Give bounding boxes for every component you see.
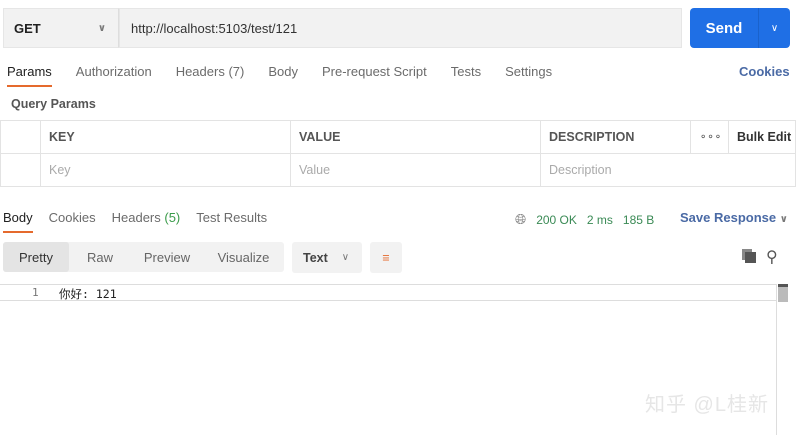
tab-response-cookies[interactable]: Cookies: [49, 210, 96, 233]
tab-label: Headers: [111, 210, 161, 225]
scrollbar-thumb[interactable]: [778, 284, 788, 302]
checkbox-col: [0, 120, 41, 154]
search-icon[interactable]: ⚲: [766, 247, 778, 267]
table-row: Key Value Description: [0, 153, 796, 187]
query-params-title: Query Params: [11, 97, 96, 111]
tab-settings[interactable]: Settings: [505, 64, 552, 87]
send-button[interactable]: Send ∨: [690, 8, 790, 48]
tab-pre-request-script[interactable]: Pre-request Script: [322, 64, 427, 87]
tab-tests[interactable]: Tests: [451, 64, 481, 87]
wrap-lines-icon[interactable]: ≡: [370, 242, 402, 273]
value-input[interactable]: Value: [290, 153, 541, 187]
view-raw[interactable]: Raw: [69, 242, 131, 272]
tab-headers[interactable]: Headers (7): [176, 64, 245, 87]
method-label: GET: [14, 20, 41, 36]
tab-count: (5): [164, 210, 181, 225]
checkbox-cell: [0, 153, 41, 187]
tab-response-headers[interactable]: Headers (5): [112, 210, 181, 233]
chevron-down-icon: ∨: [97, 22, 106, 34]
chevron-down-icon: ∨: [779, 214, 788, 225]
tab-authorization[interactable]: Authorization: [76, 64, 152, 87]
chevron-down-icon: ∨: [341, 252, 350, 263]
response-size[interactable]: 185 B: [623, 213, 654, 227]
more-options-icon[interactable]: ⚬⚬⚬: [690, 120, 729, 154]
key-input[interactable]: Key: [40, 153, 291, 187]
view-pretty[interactable]: Pretty: [3, 242, 69, 272]
response-status: 🌐︎ 200 OK 2 ms 185 B: [515, 211, 654, 228]
view-mode-toggle: Pretty Raw Preview Visualize: [3, 242, 284, 272]
header-key: KEY: [40, 120, 291, 154]
format-select[interactable]: Text ∨: [292, 242, 362, 273]
scrollbar-track: [776, 284, 777, 435]
response-tabs: Body Cookies Headers (5) Test Results: [3, 210, 283, 233]
response-body-text[interactable]: 你好: 121: [59, 286, 117, 302]
save-response-button[interactable]: Save Response ∨: [680, 210, 788, 225]
method-select[interactable]: GET ∨: [3, 8, 119, 48]
url-input[interactable]: http://localhost:5103/test/121: [119, 8, 682, 48]
header-value: VALUE: [290, 120, 541, 154]
header-description: DESCRIPTION: [540, 120, 691, 154]
params-table: KEY VALUE DESCRIPTION ⚬⚬⚬ Bulk Edit Key …: [0, 120, 796, 187]
save-response-label: Save Response: [680, 210, 777, 225]
globe-icon[interactable]: 🌐︎: [515, 211, 526, 228]
line-number: 1: [32, 286, 39, 299]
bulk-edit-button[interactable]: Bulk Edit: [728, 120, 796, 154]
tab-test-results[interactable]: Test Results: [196, 210, 267, 233]
tab-body[interactable]: Body: [268, 64, 298, 87]
view-preview[interactable]: Preview: [131, 242, 203, 272]
chevron-down-icon[interactable]: ∨: [758, 8, 790, 48]
tab-label: Headers: [175, 64, 225, 79]
response-time[interactable]: 2 ms: [587, 213, 613, 227]
tab-response-body[interactable]: Body: [3, 210, 33, 233]
status-code[interactable]: 200 OK: [536, 213, 577, 227]
tab-count: (7): [228, 64, 245, 79]
table-header-row: KEY VALUE DESCRIPTION ⚬⚬⚬ Bulk Edit: [0, 120, 796, 154]
copy-icon[interactable]: [742, 249, 756, 263]
format-label: Text: [303, 250, 328, 265]
description-input[interactable]: Description: [540, 153, 796, 187]
watermark: 知乎 @L桂新: [645, 394, 769, 416]
send-label: Send: [705, 19, 743, 37]
view-visualize[interactable]: Visualize: [203, 242, 284, 272]
cookies-link[interactable]: Cookies: [739, 64, 790, 79]
request-tabs: Params Authorization Headers (7) Body Pr…: [7, 64, 576, 87]
tab-params[interactable]: Params: [7, 64, 52, 87]
